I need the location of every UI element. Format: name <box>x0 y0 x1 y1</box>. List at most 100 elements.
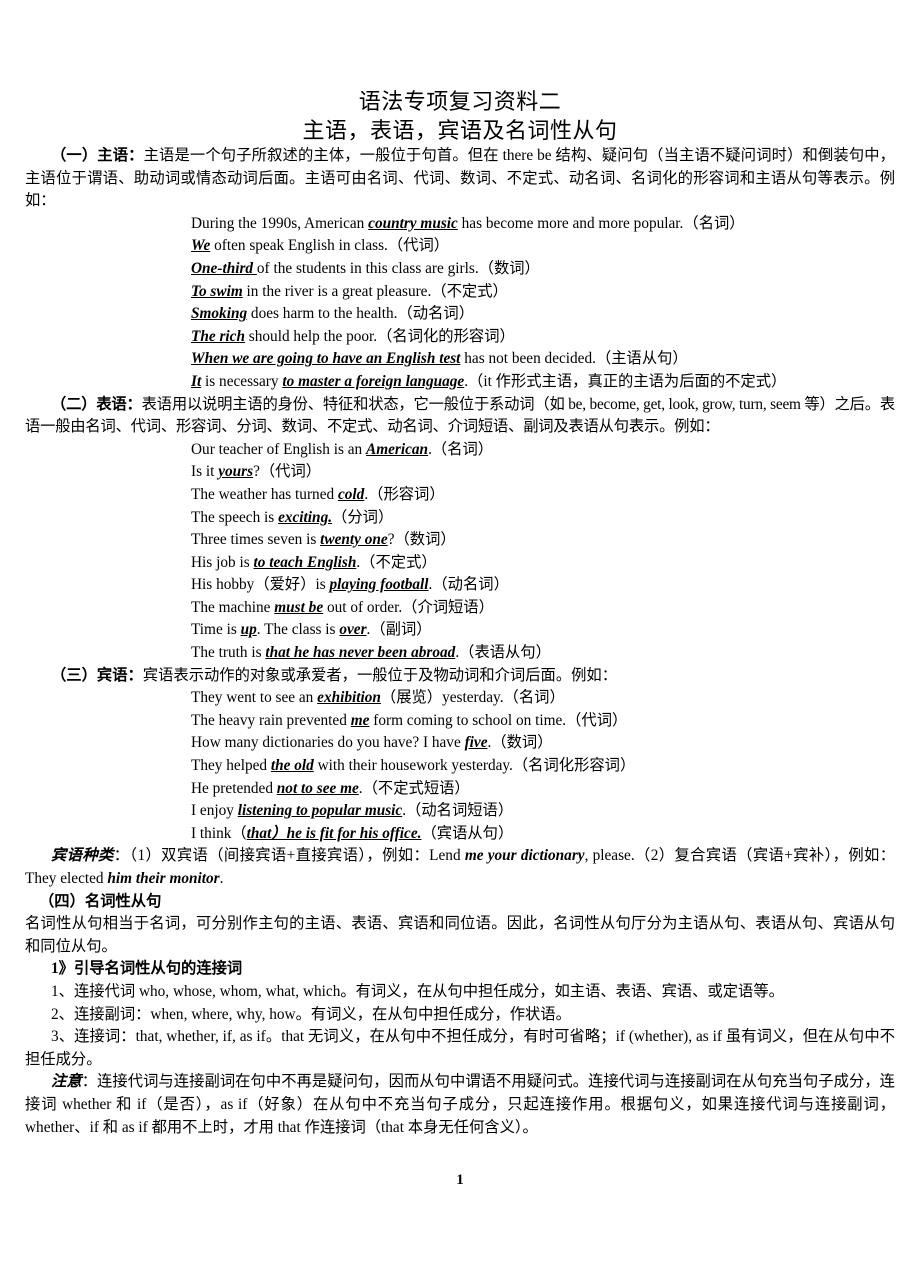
example-tag: （名词化的形容词） <box>377 327 515 345</box>
example-post: has not been decided. <box>460 350 596 368</box>
section-subject-body: 主语是一个句子所叙述的主体，一般位于句首。但在 there be 结构、疑问句（… <box>25 147 895 210</box>
example-emphasis-2: to master a foreign language <box>282 372 465 390</box>
example-line: He pretended not to see me.（不定式短语） <box>25 778 895 801</box>
section-subject-label: （一）主语： <box>51 147 144 164</box>
object-types-paragraph: 宾语种类：（1）双宾语（间接宾语+直接宾语），例如：Lend me your d… <box>25 845 895 890</box>
example-line: Our teacher of English is an American.（名… <box>25 439 895 462</box>
object-types-emphasis-2: him their monitor <box>107 870 220 887</box>
example-tag: （动名词） <box>432 576 509 594</box>
section-noun-clause-intro: 名词性从句相当于名词，可分别作主句的主语、表语、宾语和同位语。因此，名词性从句厅… <box>25 915 895 955</box>
section-predicative-label: （二）表语： <box>51 395 142 413</box>
example-emphasis-2: over <box>339 621 367 639</box>
example-line: It is necessary to master a foreign lang… <box>25 371 895 394</box>
example-pre: Is it <box>191 463 219 481</box>
example-pre: The heavy rain prevented <box>191 711 351 729</box>
object-types-emphasis-1: me your dictionary <box>464 847 585 865</box>
example-tag: （代词） <box>387 237 450 255</box>
example-emphasis: When we are going to have an English tes… <box>191 350 461 368</box>
example-emphasis: country music <box>368 214 458 232</box>
example-tag: （it 作形式主语，真正的主语为后面的不定式） <box>468 372 787 390</box>
noun-clause-item-3: 3、连接词：that, whether, if, as if。that 无词义，… <box>25 1028 895 1068</box>
example-emphasis: It <box>191 372 202 390</box>
example-tag: （不定式短语） <box>362 779 470 797</box>
example-emphasis: exhibition <box>317 689 381 707</box>
example-line: His job is to teach English.（不定式） <box>25 552 895 575</box>
section-subject-paragraph: （一）主语：主语是一个句子所叙述的主体，一般位于句首。但在 there be 结… <box>25 145 895 213</box>
example-post: should help the poor. <box>244 327 378 345</box>
example-line: During the 1990s, American country music… <box>25 213 895 236</box>
example-post: does harm to the health. <box>247 305 398 323</box>
example-post: out of order. <box>323 598 403 616</box>
example-line: The heavy rain prevented me form coming … <box>25 710 895 733</box>
example-line: Three times seven is twenty one?（数词） <box>25 529 895 552</box>
example-tag: （名词化形容词） <box>512 757 636 775</box>
example-line: How many dictionaries do you have? I hav… <box>25 732 895 755</box>
example-emphasis: that he has never been abroad <box>265 644 456 662</box>
example-pre: Three times seven is <box>191 531 321 549</box>
example-line: The speech is exciting.（分词） <box>25 507 895 530</box>
example-line: The machine must be out of order.（介词短语） <box>25 597 895 620</box>
example-line: We often speak English in class.（代词） <box>25 235 895 258</box>
example-post: often speak English in class. <box>210 237 388 255</box>
example-pre: His hobby（爱好）is <box>191 576 330 594</box>
example-emphasis: cold <box>337 485 365 503</box>
section-object-body: 宾语表示动作的对象或承爱者，一般位于及物动词和介词后面。例如： <box>142 666 618 684</box>
example-emphasis: me <box>350 711 370 729</box>
example-line: To swim in the river is a great pleasure… <box>25 281 895 304</box>
example-emphasis: that）he is fit for his office. <box>246 824 422 842</box>
example-line: When we are going to have an English tes… <box>25 348 895 371</box>
example-emphasis: The rich <box>191 327 245 345</box>
example-emphasis: to teach English <box>253 553 357 571</box>
example-line: The weather has turned cold.（形容词） <box>25 484 895 507</box>
section-object-label: （三）宾语： <box>51 666 143 684</box>
example-pre: The machine <box>191 598 275 616</box>
example-tag: （名词） <box>503 689 565 707</box>
example-tag: （数词） <box>394 531 456 549</box>
example-post: form coming to school on time. <box>369 711 567 729</box>
section-noun-clause-heading: （四）名词性从句 <box>39 892 162 910</box>
example-tag: （动名词短语） <box>406 802 514 820</box>
example-tag: （数词） <box>491 734 553 752</box>
section-predicative-body: 表语用以说明主语的身份、特征和状态，它一般位于系动词（如 be, become,… <box>25 395 895 436</box>
example-tag: （不定式） <box>431 282 508 300</box>
example-post: with their housework yesterday. <box>313 757 513 775</box>
example-tag: （名词） <box>431 440 494 458</box>
example-pre: Our teacher of English is an <box>191 440 367 458</box>
example-pre: Time is <box>191 621 241 639</box>
example-line: His hobby（爱好）is playing football.（动名词） <box>25 574 895 597</box>
example-post: ? <box>387 531 395 549</box>
example-tag: （代词） <box>259 463 322 481</box>
example-post: is necessary <box>201 372 283 390</box>
example-tag: （动名词） <box>397 305 475 323</box>
object-types-text-1: ：（1）双宾语（间接宾语+直接宾语），例如：Lend <box>113 847 465 865</box>
example-post: has become more and more popular. <box>457 214 684 232</box>
example-emphasis: five <box>464 734 488 752</box>
section-predicative-paragraph: （二）表语：表语用以说明主语的身份、特征和状态，它一般位于系动词（如 be, b… <box>25 394 895 439</box>
page-number: 1 <box>456 1172 464 1188</box>
example-emphasis: playing football <box>329 576 429 594</box>
example-line: The truth is that he has never been abro… <box>25 642 895 665</box>
example-emphasis: up <box>240 621 257 639</box>
example-emphasis: Smoking <box>191 305 248 323</box>
example-line: Smoking does harm to the health.（动名词） <box>25 303 895 326</box>
example-line: The rich should help the poor.（名词化的形容词） <box>25 326 895 349</box>
example-line: One-third of the students in this class … <box>25 258 895 281</box>
example-post: （展览）yesterday. <box>380 689 504 707</box>
example-emphasis: We <box>191 237 211 255</box>
example-tag: （分词） <box>332 508 394 526</box>
example-pre: He pretended <box>191 779 277 797</box>
example-tag: （代词） <box>566 711 628 729</box>
example-tag: （不定式） <box>360 553 437 571</box>
example-tag: （宾语从句） <box>421 824 514 842</box>
example-tag: （数词） <box>478 259 540 277</box>
note-label: 注意 <box>51 1073 82 1091</box>
example-emphasis: American <box>366 440 429 458</box>
example-pre: His job is <box>191 553 254 571</box>
example-pre: The weather has turned <box>191 485 338 503</box>
page-subtitle: 主语，表语，宾语及名词性从句 <box>302 118 618 143</box>
example-tag: （介词短语） <box>402 598 494 616</box>
example-emphasis: must be <box>274 598 324 616</box>
example-pre: I enjoy <box>191 802 238 820</box>
example-emphasis: exciting. <box>278 508 333 526</box>
example-tag: （形容词） <box>368 485 445 503</box>
